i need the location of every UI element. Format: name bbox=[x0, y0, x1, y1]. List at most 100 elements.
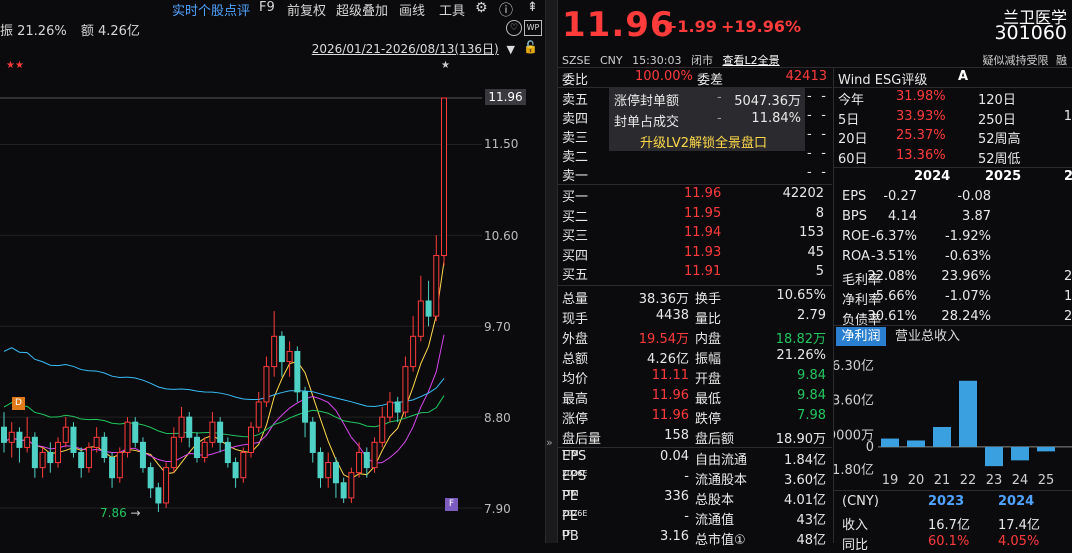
profit-bar bbox=[881, 438, 899, 447]
weibi-row: 委比 100.00% 委差 42413 bbox=[562, 69, 827, 88]
ma60-line bbox=[3, 395, 445, 438]
heart-icon[interactable]: ♡ bbox=[506, 20, 522, 36]
perf-row: 20日 25.37% 52周高 bbox=[838, 128, 1021, 147]
revenue-header: (CNY) 2023 2024 bbox=[842, 494, 1035, 509]
sell-order-row[interactable]: 卖二 - - bbox=[557, 146, 832, 165]
sell-order-row[interactable]: 卖四 - - bbox=[557, 108, 832, 127]
price-change: +1.99 bbox=[664, 17, 717, 36]
fin-row: BPS 4.14 3.87 bbox=[842, 209, 991, 224]
fin-row: 毛利率 22.08% 23.96% 2 bbox=[842, 269, 1072, 288]
buy-order-row[interactable]: 买五 11.91 5 bbox=[557, 264, 832, 283]
perf-row: 5日 33.93% 250日 1 bbox=[838, 108, 1072, 128]
buy-order-row[interactable]: 买一 11.96 42202 bbox=[557, 186, 832, 205]
candle bbox=[193, 432, 200, 463]
candle bbox=[309, 417, 316, 463]
candle bbox=[425, 280, 432, 327]
stat-row: 外盘 19.54万 内盘 18.82万 bbox=[562, 332, 826, 347]
profit-x-label: 21 bbox=[934, 473, 951, 488]
fundamental-row: EPS TTM 0.04 自由流通 1.84亿 bbox=[562, 449, 826, 468]
price-axis-label: 10.60 bbox=[484, 229, 519, 243]
perf-row: 60日 13.36% 52周低 bbox=[838, 147, 1021, 167]
buy-order-row[interactable]: 买二 11.95 8 bbox=[557, 206, 832, 225]
expand-icon[interactable]: » bbox=[546, 436, 553, 449]
candle bbox=[340, 477, 347, 503]
toolbar-draw-line[interactable]: 画线 bbox=[399, 0, 425, 19]
candle bbox=[278, 331, 285, 377]
l2-link[interactable]: 查看L2全景 bbox=[723, 54, 780, 67]
sell-order-row[interactable]: 卖一 - - bbox=[557, 165, 832, 184]
dropdown-icon[interactable]: ▼ bbox=[507, 43, 515, 56]
buy-order-row[interactable]: 买三 11.94 153 bbox=[557, 225, 832, 244]
toolbar-tools[interactable]: 工具 bbox=[439, 0, 465, 19]
last-price: 11.96 bbox=[562, 5, 675, 45]
kline-chart[interactable] bbox=[0, 0, 545, 543]
esg-row: Wind ESG评级 A bbox=[838, 69, 969, 88]
help-icon[interactable]: ⓘ bbox=[499, 0, 513, 20]
profit-x-label: 22 bbox=[960, 473, 977, 488]
collapse-icon[interactable]: ⇞ bbox=[527, 0, 538, 15]
candle bbox=[55, 437, 62, 468]
toolbar-super-overlay[interactable]: 超级叠加 bbox=[336, 0, 388, 19]
lock-icon[interactable]: 🔓 bbox=[523, 40, 538, 54]
candle bbox=[186, 412, 193, 448]
profit-x-label: 20 bbox=[908, 473, 925, 488]
candle bbox=[163, 462, 170, 508]
fin-row: EPS -0.27 -0.08 bbox=[842, 189, 991, 204]
candle bbox=[116, 447, 123, 483]
stat-row: 盘后量 158 盘后额 18.90万 bbox=[562, 428, 826, 447]
stat-row: 总额 4.26亿 振幅 21.26% bbox=[562, 348, 826, 367]
candle bbox=[394, 396, 401, 423]
buy-order-row[interactable]: 买四 11.93 45 bbox=[557, 245, 832, 264]
fundamental-row: PE 2026E - 流通值 43亿 bbox=[562, 509, 826, 528]
date-range-text[interactable]: 2026/01/21-2026/08/13(136日) bbox=[312, 42, 499, 56]
kline-chart-panel[interactable]: 实时个股点评 F9 前复权 超级叠加 画线 工具 ⚙ ⓘ ⇞ ♡ WP 振 21… bbox=[0, 0, 545, 543]
star-marks-left: ★★ bbox=[6, 60, 24, 71]
candle bbox=[240, 447, 247, 483]
candle bbox=[302, 386, 309, 438]
candle bbox=[379, 407, 386, 448]
toolbar-f9[interactable]: F9 bbox=[259, 0, 275, 15]
low-price-marker: 7.86 → bbox=[100, 506, 141, 520]
candle bbox=[8, 422, 15, 458]
market-status: 闭市 bbox=[691, 54, 713, 67]
profit-bar bbox=[985, 446, 1003, 467]
fin-row: ROE -6.37% -1.92% bbox=[842, 229, 991, 244]
toolbar-stock-commentary[interactable]: 实时个股点评 bbox=[172, 0, 250, 19]
toolbar-forward-adjust[interactable]: 前复权 bbox=[287, 0, 326, 19]
candle bbox=[93, 427, 100, 453]
f-marker[interactable]: F bbox=[445, 498, 458, 511]
candle bbox=[170, 427, 177, 473]
candle bbox=[348, 467, 355, 503]
candle bbox=[271, 311, 278, 377]
profit-y-label: 3.60亿 bbox=[834, 394, 874, 409]
candle bbox=[224, 437, 231, 468]
market: SZSE bbox=[562, 54, 591, 67]
candle bbox=[255, 391, 262, 433]
price-axis-label: 9.70 bbox=[484, 320, 511, 334]
candle bbox=[441, 97, 447, 266]
candle bbox=[101, 432, 108, 463]
candle bbox=[294, 346, 301, 402]
tab-net-profit[interactable]: 净利润 bbox=[836, 327, 886, 346]
candle bbox=[178, 407, 185, 443]
fin-header: 2024 2025 2 bbox=[914, 169, 1072, 184]
quote-subinfo: SZSE CNY 15:30:03 闭市 查看L2全景 bbox=[562, 52, 780, 68]
sell-order-row[interactable]: 卖五 - - bbox=[557, 89, 832, 108]
candle bbox=[47, 442, 54, 473]
currency: CNY bbox=[599, 54, 623, 67]
candle bbox=[433, 235, 440, 322]
d-marker[interactable]: D bbox=[12, 397, 25, 410]
net-profit-chart[interactable]: 6.30亿3.60亿9000万0-1.80亿19202122232425 bbox=[834, 348, 1072, 488]
candle bbox=[286, 341, 293, 377]
wp-button[interactable]: WP bbox=[524, 20, 542, 36]
amount-stat: 额 4.26亿 bbox=[80, 24, 140, 39]
tab-revenue[interactable]: 营业总收入 bbox=[895, 327, 960, 346]
sell-order-row[interactable]: 卖三 - - bbox=[557, 127, 832, 146]
gear-icon[interactable]: ⚙ bbox=[475, 0, 488, 16]
candle bbox=[386, 391, 393, 423]
price-axis-label: 11.50 bbox=[484, 137, 519, 151]
profit-x-label: 23 bbox=[986, 473, 1003, 488]
date-range[interactable]: 2026/01/21-2026/08/13(136日) ▼ bbox=[312, 40, 515, 57]
risk-text: 疑似减持受限 bbox=[982, 54, 1049, 67]
stat-row: 均价 11.11 开盘 9.84 bbox=[562, 368, 826, 387]
